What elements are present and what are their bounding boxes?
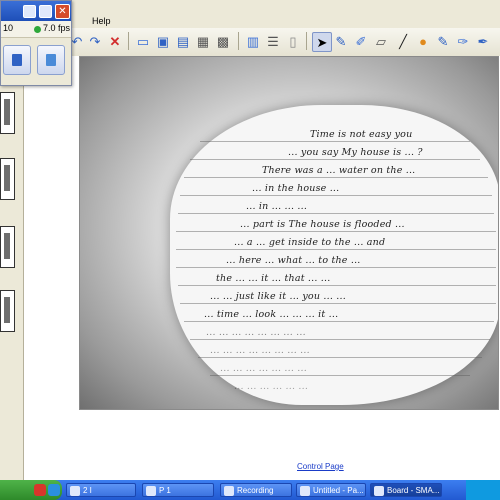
- handwriting-line: ... ... ... ... ... ... ...: [220, 363, 307, 374]
- handwriting-line: There was a ... water on the ...: [262, 165, 416, 176]
- handwriting-line: ... ... ... ... ... ... ... ...: [206, 327, 306, 338]
- handwriting-line: ... time ... look ... ... ... it ...: [204, 309, 339, 320]
- status-dot-icon: [34, 26, 41, 33]
- paper-line: [180, 195, 492, 196]
- paper-line: [190, 159, 480, 160]
- handwriting-line: ... ... just like it ... you ... ...: [210, 291, 346, 302]
- scanner-icon[interactable]: ▩: [214, 32, 232, 50]
- paper-line: [198, 357, 482, 358]
- system-tray[interactable]: [466, 480, 500, 500]
- handwriting-line: ... ... ... ... ... ... ... ...: [210, 345, 310, 356]
- select-arrow-icon[interactable]: ➤: [312, 32, 332, 52]
- toolbox-button-2[interactable]: [37, 45, 65, 75]
- fps-readout: 7.0 fps: [43, 23, 71, 33]
- fill-icon[interactable]: ●: [414, 32, 432, 50]
- capture-icon[interactable]: ▦: [194, 32, 212, 50]
- page-icon[interactable]: ▥: [244, 32, 262, 50]
- paper-line: [180, 303, 496, 304]
- paper-line: [184, 321, 494, 322]
- notebook-photo: Time is not easy you ... you say My hous…: [79, 56, 499, 410]
- pen-icon[interactable]: ✎: [332, 32, 350, 50]
- toolbar-separator: [238, 32, 239, 50]
- more-icon[interactable]: ✒: [474, 32, 492, 50]
- line-icon[interactable]: ╱: [394, 32, 412, 50]
- slide-thumbnail[interactable]: [0, 290, 15, 332]
- close-icon[interactable]: ✕: [55, 4, 70, 19]
- toolbox-button-1[interactable]: [3, 45, 31, 75]
- handwriting-line: ... a ... get inside to the ... and: [234, 237, 386, 248]
- record-icon: [224, 486, 234, 496]
- folder-icon: [146, 486, 156, 496]
- taskbar-item[interactable]: P 1: [142, 483, 214, 497]
- paper-line: [178, 213, 494, 214]
- paper-line: [176, 249, 496, 250]
- paper-line: [190, 339, 490, 340]
- handwriting-line: Time is not easy you: [310, 129, 413, 140]
- slide-thumbnail[interactable]: [0, 158, 15, 200]
- handwriting-line: the ... ... it ... that ... ...: [216, 273, 331, 284]
- lined-paper: Time is not easy you ... you say My hous…: [170, 105, 498, 405]
- quick-launch-icon[interactable]: [34, 484, 46, 496]
- floating-toolbox[interactable]: ✕ 10 7.0 fps: [0, 0, 72, 86]
- slide-sorter: [0, 84, 24, 480]
- taskbar-item[interactable]: Untitled - Pa...: [296, 483, 366, 497]
- menu-item-help[interactable]: Help: [92, 16, 111, 26]
- pause-icon: [12, 54, 22, 66]
- toolbar-separator: [306, 32, 307, 50]
- menu-bar: [0, 0, 500, 29]
- control-page-link[interactable]: Control Page: [297, 462, 344, 471]
- redo-icon[interactable]: ↷: [86, 32, 104, 50]
- handwriting-line: ... in ... ... ...: [246, 201, 308, 212]
- minimize-icon[interactable]: [23, 5, 36, 18]
- board-icon: [374, 486, 384, 496]
- highlighter-icon[interactable]: ✐: [352, 32, 370, 50]
- handwriting-line: ... in the house ...: [252, 183, 340, 194]
- handwriting-line: ... ... ... ... ... ...: [234, 381, 309, 392]
- paper-line: [178, 285, 496, 286]
- slide-thumbnail[interactable]: [0, 92, 15, 134]
- slide-thumbnail[interactable]: [0, 226, 15, 268]
- paper-line: [184, 177, 488, 178]
- paper-line: [200, 141, 470, 142]
- magic-pen-icon[interactable]: ✑: [454, 32, 472, 50]
- display-icon[interactable]: ▤: [174, 32, 192, 50]
- eraser-icon[interactable]: ▱: [372, 32, 390, 50]
- screen-icon[interactable]: ▭: [134, 32, 152, 50]
- paper-line: [176, 231, 496, 232]
- paper-line: [176, 267, 496, 268]
- quick-launch-icon[interactable]: [48, 484, 60, 496]
- browser-icon: [70, 486, 80, 496]
- creative-pen-icon[interactable]: ✎: [434, 32, 452, 50]
- handwriting-line: ... part is The house is flooded ...: [240, 219, 405, 230]
- doc-icon[interactable]: ▯: [284, 32, 302, 50]
- taskbar-item[interactable]: Board - SMA...: [370, 483, 442, 497]
- list-icon[interactable]: ☰: [264, 32, 282, 50]
- delete-icon[interactable]: ✕: [106, 32, 124, 50]
- toolbox-number: 10: [3, 23, 14, 33]
- paint-icon: [300, 486, 310, 496]
- handwriting-line: ... here ... what ... to the ...: [226, 255, 361, 266]
- stop-icon: [46, 54, 56, 66]
- toolbar-separator: [128, 32, 129, 50]
- restore-icon[interactable]: [39, 5, 52, 18]
- monitor-icon[interactable]: ▣: [154, 32, 172, 50]
- handwriting-line: ... you say My house is ... ?: [288, 147, 423, 158]
- paper-line: [210, 375, 470, 376]
- taskbar-item[interactable]: Recording: [220, 483, 292, 497]
- taskbar-item[interactable]: 2 I: [66, 483, 136, 497]
